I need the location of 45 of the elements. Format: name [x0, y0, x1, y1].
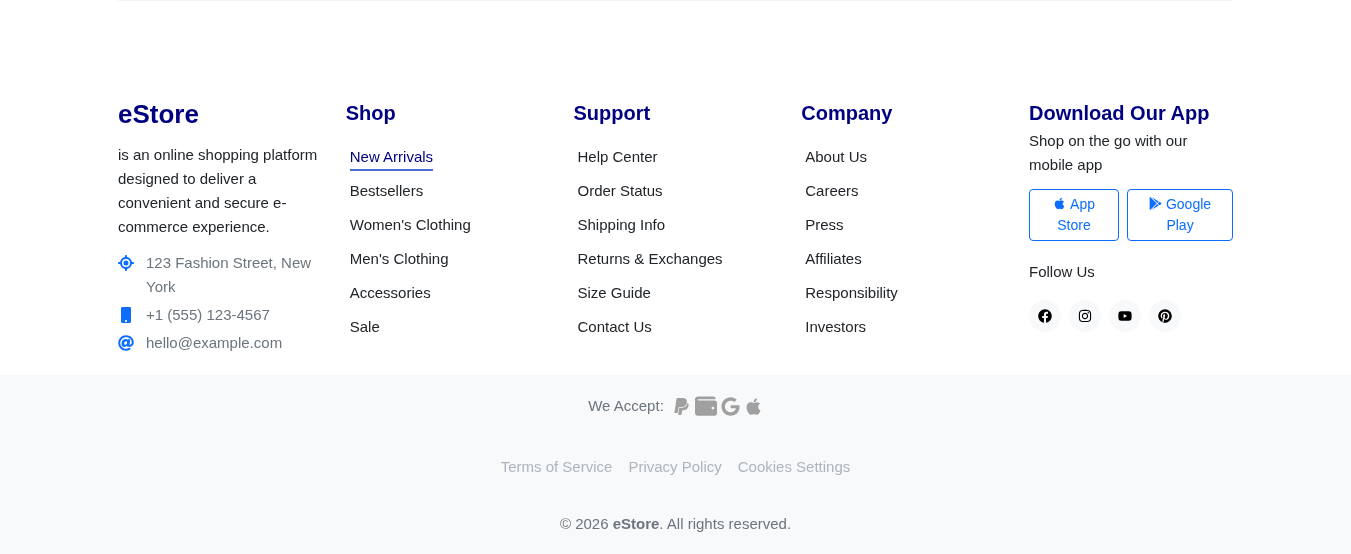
footer-link[interactable]: Help Center — [577, 145, 658, 171]
brand-description: is an online shopping platform designed to deliver a convenient and secure e-commerce experience. — [118, 145, 318, 237]
column-heading: Shop — [345, 101, 396, 125]
footer-link[interactable]: Contact Us — [577, 315, 652, 341]
google-icon — [720, 396, 740, 416]
copyright-text: © 2026 eStore. All rights reserved. — [559, 514, 792, 534]
location-icon — [118, 255, 134, 271]
footer-link[interactable]: Careers — [805, 179, 859, 205]
footer-link[interactable]: Order Status — [577, 179, 663, 205]
facebook-icon[interactable] — [1029, 299, 1061, 332]
store-button[interactable]: App Store — [1029, 189, 1119, 241]
contact-text: +1 (555) 123-4567 — [146, 305, 270, 325]
footer-link[interactable]: Responsibility — [805, 281, 898, 307]
follow-heading: Follow Us — [1029, 262, 1095, 282]
contact-text: hello@example.com — [146, 333, 283, 353]
footer-link[interactable]: Affiliates — [805, 247, 862, 273]
footer-link[interactable]: New Arrivals — [349, 145, 434, 171]
wallet-icon — [694, 395, 717, 418]
at-sign-icon — [118, 335, 134, 351]
contact-text: 123 Fashion Street, New York — [146, 253, 313, 297]
payment-label: We Accept: — [588, 396, 664, 416]
footer-link[interactable]: Men's Clothing — [349, 247, 449, 273]
footer-link[interactable]: Shipping Info — [577, 213, 666, 239]
footer-link[interactable]: Investors — [805, 315, 867, 341]
column-heading: Download Our App — [1029, 101, 1210, 125]
footer-link[interactable]: Press — [805, 213, 844, 239]
store-button[interactable]: Google Play — [1127, 189, 1233, 241]
apple-icon — [1053, 197, 1067, 210]
column-heading: Support — [573, 101, 651, 125]
pinterest-icon[interactable] — [1149, 299, 1181, 332]
footer-link[interactable]: Accessories — [349, 281, 431, 307]
column-heading: Company — [801, 101, 893, 125]
footer-link[interactable]: Sale — [349, 315, 380, 341]
phone-icon — [118, 307, 134, 323]
footer-link[interactable]: Women's Clothing — [349, 213, 471, 239]
footer-link[interactable]: Returns & Exchanges — [577, 247, 723, 273]
instagram-icon[interactable] — [1069, 299, 1101, 332]
paypal-icon — [671, 396, 691, 416]
footer-link[interactable]: About Us — [805, 145, 867, 171]
footer-link[interactable]: Size Guide — [577, 281, 651, 307]
footer-link[interactable]: Bestsellers — [349, 179, 424, 205]
brand-logo: eStore — [118, 101, 199, 127]
play-icon — [1148, 197, 1162, 210]
app-description: Shop on the go with our mobile app — [1029, 131, 1189, 175]
youtube-icon[interactable] — [1109, 299, 1141, 332]
